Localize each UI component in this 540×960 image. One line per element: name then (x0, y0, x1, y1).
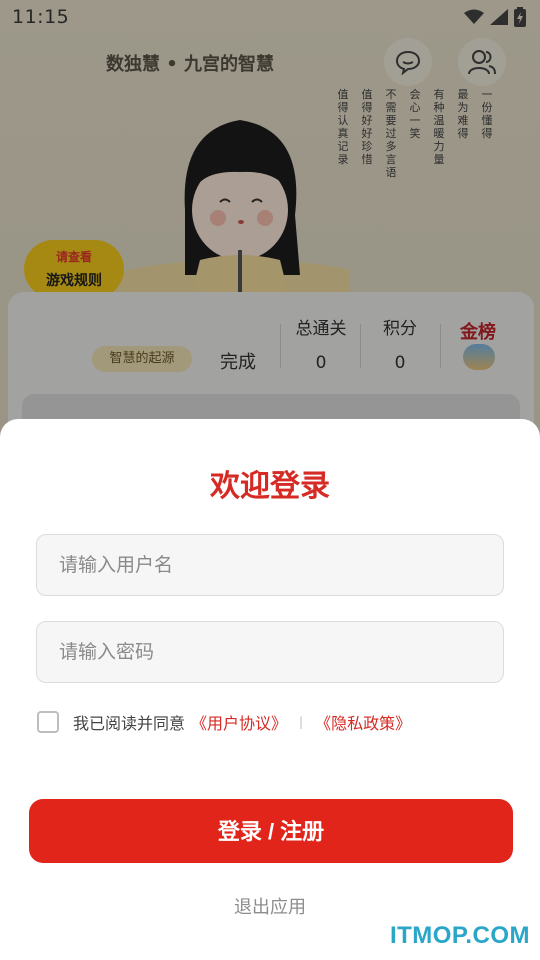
login-register-button[interactable]: 登录 / 注册 (29, 799, 513, 863)
watermark: ITMOP.COM (389, 922, 530, 949)
link-separator: | (299, 715, 304, 729)
exit-app-link[interactable]: 退出应用 (0, 893, 540, 919)
login-sheet: 欢迎登录 我已阅读并同意 《用户协议》 | 《隐私政策》 登录 / 注册 退出应… (0, 419, 540, 960)
password-input[interactable] (36, 621, 504, 683)
agree-text: 我已阅读并同意 (73, 714, 186, 733)
username-input[interactable] (36, 534, 504, 596)
login-title: 欢迎登录 (210, 469, 330, 504)
agreement-row: 我已阅读并同意 《用户协议》 | 《隐私政策》 (37, 709, 411, 735)
user-agreement-link[interactable]: 《用户协议》 (191, 710, 287, 734)
agree-checkbox[interactable] (37, 711, 59, 733)
privacy-policy-link[interactable]: 《隐私政策》 (315, 710, 411, 734)
